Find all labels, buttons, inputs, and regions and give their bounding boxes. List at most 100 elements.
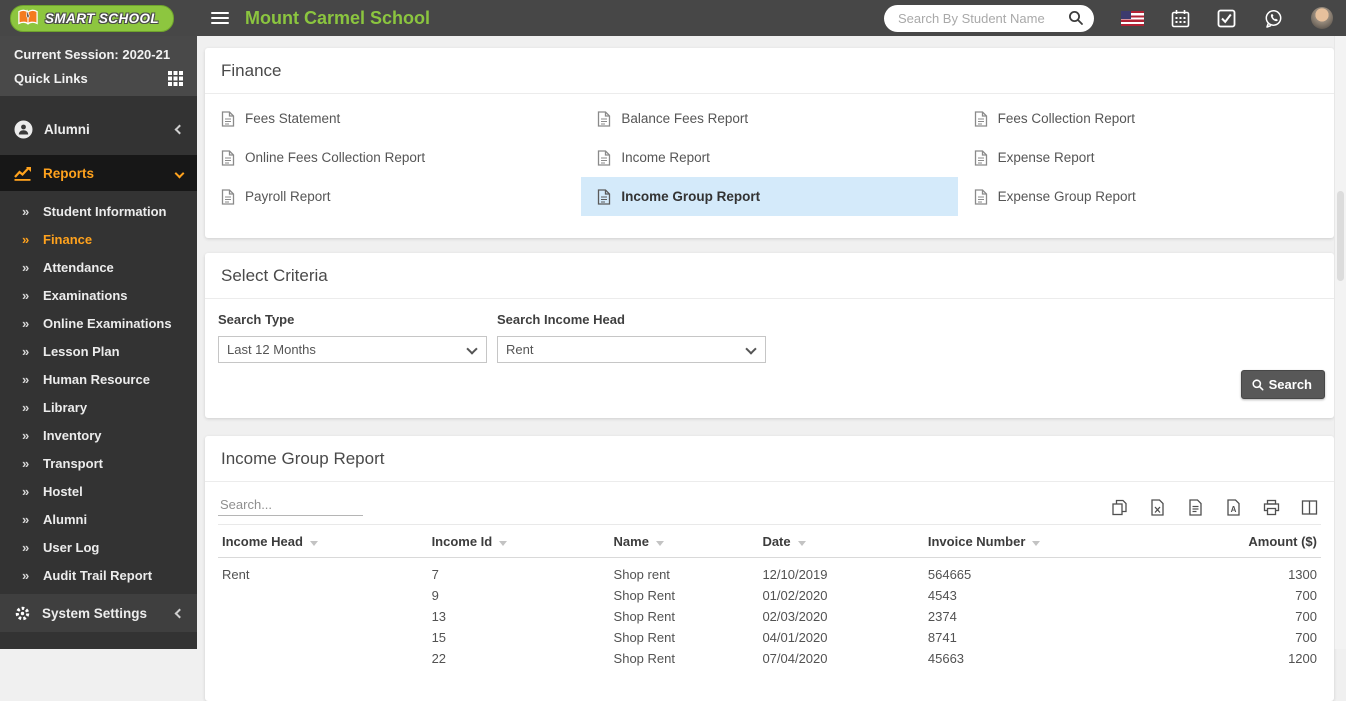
- sort-icon: [499, 541, 507, 546]
- criteria-card-title: Select Criteria: [205, 253, 1334, 299]
- link-income-report[interactable]: Income Report: [581, 138, 957, 177]
- double-arrow-icon: »: [22, 512, 43, 527]
- link-income-group-report[interactable]: Income Group Report: [581, 177, 957, 216]
- finance-card: Finance Fees Statement Balance Fees Repo…: [205, 48, 1334, 238]
- submenu-online-examinations[interactable]: »Online Examinations: [0, 309, 197, 337]
- app-logo[interactable]: SMART SCHOOL: [0, 0, 197, 36]
- file-text-icon: [221, 150, 235, 166]
- finance-card-title: Finance: [205, 48, 1334, 94]
- search-type-select-wrap: Last 12 Months: [218, 336, 487, 363]
- submenu-alumni[interactable]: »Alumni: [0, 505, 197, 533]
- alumni-icon: [14, 120, 33, 139]
- column-visibility-icon[interactable]: [1301, 499, 1318, 516]
- grid-icon[interactable]: [168, 71, 183, 86]
- double-arrow-icon: »: [22, 316, 43, 331]
- double-arrow-icon: »: [22, 540, 43, 555]
- link-payroll-report[interactable]: Payroll Report: [205, 177, 581, 216]
- double-arrow-icon: »: [22, 400, 43, 415]
- main-content: Finance Fees Statement Balance Fees Repo…: [197, 36, 1346, 649]
- chevron-left-icon: [175, 124, 185, 134]
- double-arrow-icon: »: [22, 232, 43, 247]
- quick-links-label: Quick Links: [14, 71, 88, 86]
- quick-links[interactable]: Quick Links: [14, 71, 183, 86]
- pdf-export-icon[interactable]: A: [1225, 499, 1242, 516]
- col-header-date[interactable]: Date: [758, 525, 923, 558]
- student-search-box[interactable]: [884, 5, 1094, 32]
- submenu-human-resource[interactable]: »Human Resource: [0, 365, 197, 393]
- sidebar-item-system-settings[interactable]: System Settings: [0, 594, 197, 632]
- brand-name: SMART SCHOOL: [45, 11, 159, 26]
- col-header-income-head[interactable]: Income Head: [218, 525, 428, 558]
- search-type-label: Search Type: [218, 312, 487, 327]
- submenu-examinations[interactable]: »Examinations: [0, 281, 197, 309]
- search-icon: [1252, 379, 1264, 391]
- report-card-title: Income Group Report: [205, 436, 1334, 482]
- whatsapp-icon[interactable]: [1263, 8, 1284, 29]
- double-arrow-icon: »: [22, 344, 43, 359]
- link-fees-collection-report[interactable]: Fees Collection Report: [958, 99, 1334, 138]
- submenu-library[interactable]: »Library: [0, 393, 197, 421]
- file-text-icon: [974, 111, 988, 127]
- sidebar-item-label: Reports: [43, 166, 94, 181]
- gear-icon: [14, 605, 31, 622]
- search-button[interactable]: Search: [1241, 370, 1325, 399]
- link-balance-fees-report[interactable]: Balance Fees Report: [581, 99, 957, 138]
- col-header-amount[interactable]: Amount ($): [1156, 525, 1322, 558]
- language-flag-icon[interactable]: [1121, 11, 1144, 26]
- sort-icon: [798, 541, 806, 546]
- file-text-icon: [974, 189, 988, 205]
- income-group-report-card: Income Group Report A: [205, 436, 1334, 701]
- scrollbar-thumb[interactable]: [1337, 191, 1344, 281]
- sidebar-item-reports[interactable]: Reports: [0, 155, 197, 191]
- double-arrow-icon: »: [22, 260, 43, 275]
- search-icon[interactable]: [1068, 10, 1084, 26]
- income-group-report-table: Income Head Income Id Name Date Invoice …: [218, 524, 1321, 669]
- submenu-student-information[interactable]: »Student Information: [0, 197, 197, 225]
- col-header-name[interactable]: Name: [610, 525, 759, 558]
- table-row: 9 Shop Rent01/02/2020 4543700: [218, 585, 1321, 606]
- chevron-left-icon: [175, 608, 185, 618]
- student-search-input[interactable]: [898, 11, 1068, 26]
- double-arrow-icon: »: [22, 204, 43, 219]
- link-fees-statement[interactable]: Fees Statement: [205, 99, 581, 138]
- sidebar-item-label: System Settings: [42, 606, 147, 621]
- print-icon[interactable]: [1263, 499, 1280, 516]
- submenu-user-log[interactable]: »User Log: [0, 533, 197, 561]
- submenu-transport[interactable]: »Transport: [0, 449, 197, 477]
- submenu-audit-trail-report[interactable]: »Audit Trail Report: [0, 561, 197, 589]
- double-arrow-icon: »: [22, 568, 43, 583]
- export-icons: A: [1111, 499, 1321, 516]
- calendar-icon[interactable]: [1171, 9, 1190, 28]
- excel-export-icon[interactable]: [1149, 499, 1166, 516]
- submenu-lesson-plan[interactable]: »Lesson Plan: [0, 337, 197, 365]
- income-head-label: Search Income Head: [497, 312, 766, 327]
- link-online-fees-collection-report[interactable]: Online Fees Collection Report: [205, 138, 581, 177]
- copy-icon[interactable]: [1111, 499, 1128, 516]
- double-arrow-icon: »: [22, 372, 43, 387]
- col-header-income-id[interactable]: Income Id: [428, 525, 610, 558]
- sort-icon: [656, 541, 664, 546]
- submenu-finance[interactable]: »Finance: [0, 225, 197, 253]
- scrollbar-track[interactable]: [1334, 36, 1346, 649]
- submenu-attendance[interactable]: »Attendance: [0, 253, 197, 281]
- link-expense-report[interactable]: Expense Report: [958, 138, 1334, 177]
- sidebar-toggle-icon[interactable]: [211, 9, 229, 27]
- file-text-icon: [221, 111, 235, 127]
- submenu-hostel[interactable]: »Hostel: [0, 477, 197, 505]
- table-search-input[interactable]: [218, 494, 363, 516]
- csv-export-icon[interactable]: [1187, 499, 1204, 516]
- submenu-inventory[interactable]: »Inventory: [0, 421, 197, 449]
- income-head-select[interactable]: Rent: [497, 336, 766, 363]
- todo-check-icon[interactable]: [1217, 9, 1236, 28]
- sidebar: Current Session: 2020-21 Quick Links Alu…: [0, 36, 197, 649]
- link-expense-group-report[interactable]: Expense Group Report: [958, 177, 1334, 216]
- sidebar-item-alumni[interactable]: Alumni: [0, 111, 197, 147]
- search-type-select[interactable]: Last 12 Months: [218, 336, 487, 363]
- user-avatar[interactable]: [1311, 7, 1333, 29]
- col-header-invoice-number[interactable]: Invoice Number: [924, 525, 1156, 558]
- double-arrow-icon: »: [22, 428, 43, 443]
- smart-school-logo: SMART SCHOOL: [10, 5, 174, 32]
- reports-submenu: »Student Information »Finance »Attendanc…: [0, 191, 197, 594]
- file-text-icon: [597, 111, 611, 127]
- svg-text:A: A: [1231, 505, 1237, 514]
